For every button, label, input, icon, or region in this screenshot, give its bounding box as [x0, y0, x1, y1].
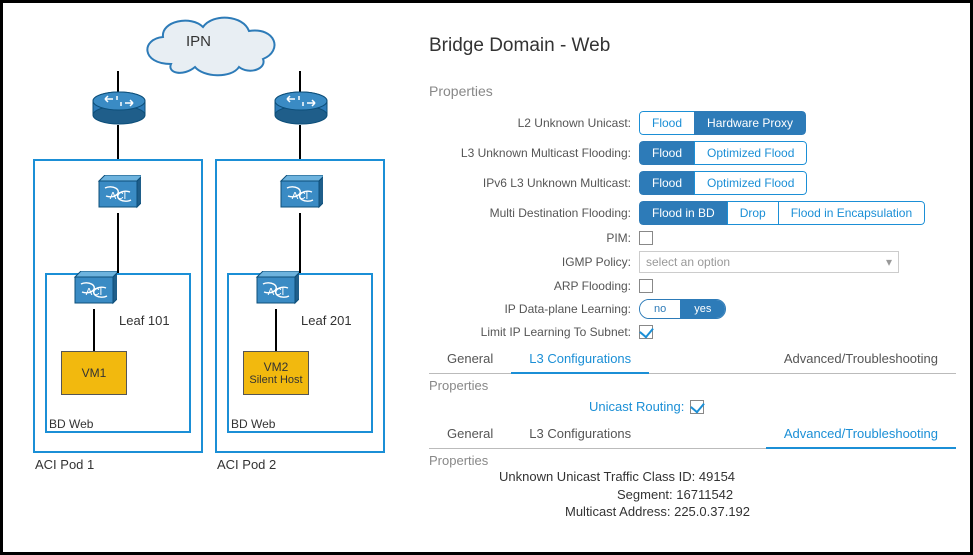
arp-flooding-checkbox[interactable] [639, 279, 653, 293]
limit-ip-learning-label: Limit IP Learning To Subnet: [429, 325, 639, 339]
seg-hardware-proxy[interactable]: Hardware Proxy [694, 111, 806, 135]
properties-header: Properties [429, 83, 956, 99]
leaf-label-1: Leaf 101 [119, 313, 170, 328]
router-icon [273, 91, 329, 125]
ip-dataplane-learning-toggle[interactable]: no yes [639, 299, 726, 319]
pill-yes[interactable]: yes [680, 300, 725, 318]
bd-label-2: BD Web [231, 417, 275, 431]
leaf-label-2: Leaf 201 [301, 313, 352, 328]
segment-id: Segment: 16711542 [617, 486, 956, 504]
l3-unknown-multicast-toggle[interactable]: Flood Optimized Flood [639, 141, 807, 165]
pill-no[interactable]: no [640, 300, 680, 318]
properties-header-3: Properties [429, 453, 956, 468]
tab-general[interactable]: General [429, 345, 511, 373]
unicast-routing-label: Unicast Routing: [589, 399, 684, 414]
multicast-address: Multicast Address: 225.0.37.192 [565, 503, 956, 521]
vm-box-1: VM1 [61, 351, 127, 395]
bd-label-1: BD Web [49, 417, 93, 431]
unicast-routing-checkbox[interactable] [690, 400, 704, 414]
arp-flooding-label: ARP Flooding: [429, 279, 639, 293]
tab-advanced-troubleshooting[interactable]: Advanced/Troubleshooting [766, 345, 956, 373]
seg-optimized-flood[interactable]: Optimized Flood [694, 171, 807, 195]
link [299, 71, 301, 93]
multi-destination-flooding-label: Multi Destination Flooding: [429, 206, 639, 220]
link [275, 309, 277, 353]
link [299, 213, 301, 273]
tab-advanced-troubleshooting-2[interactable]: Advanced/Troubleshooting [766, 420, 956, 449]
igmp-policy-label: IGMP Policy: [429, 255, 639, 269]
ipv6-l3-unknown-multicast-label: IPv6 L3 Unknown Multicast: [429, 176, 639, 190]
tab-l3-configurations-2[interactable]: L3 Configurations [511, 420, 649, 448]
l3-unknown-multicast-label: L3 Unknown Multicast Flooding: [429, 146, 639, 160]
ipn-label: IPN [186, 33, 211, 50]
aci-leaf-icon: ACI [253, 271, 299, 309]
seg-flood[interactable]: Flood [639, 171, 695, 195]
chevron-down-icon: ▾ [886, 255, 892, 269]
limit-ip-learning-checkbox[interactable] [639, 325, 653, 339]
tabs-row-1: General L3 Configurations Advanced/Troub… [429, 345, 956, 374]
link [117, 71, 119, 93]
seg-flood-in-bd[interactable]: Flood in BD [639, 201, 728, 225]
igmp-placeholder: select an option [646, 255, 730, 269]
l2-unknown-unicast-label: L2 Unknown Unicast: [429, 116, 639, 130]
properties-header-2: Properties [429, 378, 956, 393]
seg-flood-in-encap[interactable]: Flood in Encapsulation [778, 201, 925, 225]
pim-label: PIM: [429, 231, 639, 245]
aci-spine-icon: ACI [277, 175, 323, 213]
topology-diagram: IPN ACI ACI ACI ACI Leaf 101 Leaf 201 VM… [11, 11, 411, 544]
tab-l3-configurations[interactable]: L3 Configurations [511, 345, 649, 374]
vm2-sublabel: Silent Host [249, 374, 302, 386]
vm-box-2: VM2 Silent Host [243, 351, 309, 395]
vm2-label: VM2 [264, 360, 289, 374]
link [93, 309, 95, 353]
page-title: Bridge Domain - Web [429, 35, 956, 57]
l2-unknown-unicast-toggle[interactable]: Flood Hardware Proxy [639, 111, 806, 135]
igmp-policy-select[interactable]: select an option ▾ [639, 251, 899, 273]
unknown-unicast-class-id: Unknown Unicast Traffic Class ID: 49154 [499, 468, 956, 486]
tab-general-2[interactable]: General [429, 420, 511, 448]
seg-flood[interactable]: Flood [639, 141, 695, 165]
seg-flood[interactable]: Flood [639, 111, 695, 135]
ip-dataplane-learning-label: IP Data-plane Learning: [429, 302, 639, 316]
aci-leaf-icon: ACI [71, 271, 117, 309]
link [117, 213, 119, 273]
seg-optimized-flood[interactable]: Optimized Flood [694, 141, 807, 165]
pim-checkbox[interactable] [639, 231, 653, 245]
config-panel: Bridge Domain - Web Properties L2 Unknow… [411, 11, 962, 544]
ipv6-l3-unknown-multicast-toggle[interactable]: Flood Optimized Flood [639, 171, 807, 195]
tabs-row-2: General L3 Configurations Advanced/Troub… [429, 420, 956, 449]
pod-label-1: ACI Pod 1 [35, 457, 94, 472]
aci-spine-icon: ACI [95, 175, 141, 213]
seg-drop[interactable]: Drop [727, 201, 779, 225]
router-icon [91, 91, 147, 125]
vm1-label: VM1 [82, 366, 107, 380]
pod-label-2: ACI Pod 2 [217, 457, 276, 472]
multi-destination-flooding-toggle[interactable]: Flood in BD Drop Flood in Encapsulation [639, 201, 925, 225]
